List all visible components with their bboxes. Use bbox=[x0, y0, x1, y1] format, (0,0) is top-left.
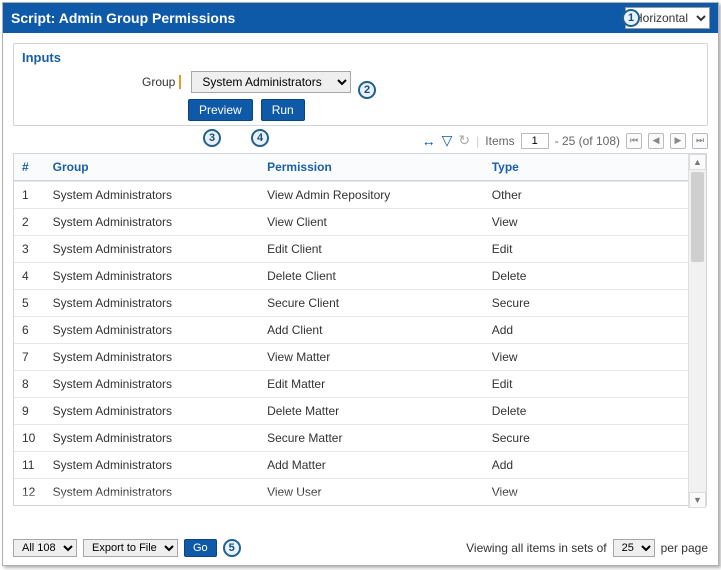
annotation-1: 1 bbox=[622, 9, 640, 27]
cell-type: Edit bbox=[484, 371, 688, 398]
cell-permission: Delete Client bbox=[259, 263, 484, 290]
refresh-icon[interactable]: ↻ bbox=[458, 132, 470, 149]
cell-permission: Add Matter bbox=[259, 452, 484, 479]
scroll-up-icon[interactable]: ▲ bbox=[689, 154, 706, 170]
cell-type: View bbox=[484, 344, 688, 371]
cell-group: System Administrators bbox=[45, 479, 259, 506]
cell-index: 10 bbox=[14, 425, 45, 452]
expand-icon[interactable]: ↔ bbox=[422, 133, 436, 149]
cell-permission: Secure Client bbox=[259, 290, 484, 317]
table-row[interactable]: 1System AdministratorsView Admin Reposit… bbox=[14, 182, 688, 209]
col-header-group[interactable]: Group bbox=[45, 154, 259, 181]
cell-permission: Delete Matter bbox=[259, 398, 484, 425]
table-row[interactable]: 2System AdministratorsView ClientView bbox=[14, 209, 688, 236]
cell-index: 2 bbox=[14, 209, 45, 236]
cell-type: Secure bbox=[484, 290, 688, 317]
cell-type: Edit bbox=[484, 236, 688, 263]
col-header-type[interactable]: Type bbox=[484, 154, 688, 181]
table-row[interactable]: 9System AdministratorsDelete MatterDelet… bbox=[14, 398, 688, 425]
preview-button[interactable]: Preview bbox=[188, 99, 253, 121]
cell-group: System Administrators bbox=[45, 182, 259, 209]
separator: | bbox=[476, 134, 479, 148]
cell-index: 7 bbox=[14, 344, 45, 371]
annotation-2: 2 bbox=[358, 81, 376, 99]
export-select[interactable]: Export to File bbox=[83, 539, 178, 557]
cell-permission: Edit Matter bbox=[259, 371, 484, 398]
cell-index: 3 bbox=[14, 236, 45, 263]
cell-type: Other bbox=[484, 182, 688, 209]
page-size-suffix: per page bbox=[661, 541, 708, 555]
scroll-thumb[interactable] bbox=[691, 172, 704, 262]
group-select[interactable]: System Administrators bbox=[191, 71, 351, 93]
cell-index: 6 bbox=[14, 317, 45, 344]
cell-index: 8 bbox=[14, 371, 45, 398]
cell-permission: View Client bbox=[259, 209, 484, 236]
page-title: Script: Admin Group Permissions bbox=[11, 10, 625, 26]
cell-index: 4 bbox=[14, 263, 45, 290]
cell-type: Add bbox=[484, 317, 688, 344]
page-size-prefix: Viewing all items in sets of bbox=[466, 541, 607, 555]
items-range: - 25 (of 108) bbox=[555, 134, 620, 148]
cell-group: System Administrators bbox=[45, 263, 259, 290]
inputs-title: Inputs bbox=[22, 50, 699, 65]
table-row[interactable]: 12System AdministratorsView UserView bbox=[14, 479, 688, 506]
items-label: Items bbox=[485, 134, 514, 148]
cell-type: Secure bbox=[484, 425, 688, 452]
cell-group: System Administrators bbox=[45, 371, 259, 398]
results-table: # Group Permission Type 1System Administ… bbox=[13, 153, 707, 506]
cell-permission: Edit Client bbox=[259, 236, 484, 263]
table-row[interactable]: 5System AdministratorsSecure ClientSecur… bbox=[14, 290, 688, 317]
annotation-3: 3 bbox=[203, 129, 221, 147]
cell-permission: View Matter bbox=[259, 344, 484, 371]
cell-type: Delete bbox=[484, 398, 688, 425]
col-header-index[interactable]: # bbox=[14, 154, 45, 181]
annotation-4: 4 bbox=[251, 129, 269, 147]
annotation-5: 5 bbox=[223, 539, 241, 557]
cell-group: System Administrators bbox=[45, 317, 259, 344]
last-page-button[interactable]: ⏭ bbox=[692, 133, 708, 149]
cell-type: View bbox=[484, 479, 688, 506]
table-row[interactable]: 8System AdministratorsEdit MatterEdit bbox=[14, 371, 688, 398]
page-size-select[interactable]: 25 bbox=[613, 539, 655, 557]
prev-page-button[interactable]: ◀ bbox=[648, 133, 664, 149]
cell-index: 11 bbox=[14, 452, 45, 479]
cell-index: 1 bbox=[14, 182, 45, 209]
cell-type: View bbox=[484, 209, 688, 236]
cell-group: System Administrators bbox=[45, 452, 259, 479]
table-row[interactable]: 11System AdministratorsAdd MatterAdd bbox=[14, 452, 688, 479]
cell-type: Delete bbox=[484, 263, 688, 290]
col-header-permission[interactable]: Permission bbox=[259, 154, 484, 181]
run-button[interactable]: Run bbox=[261, 99, 305, 121]
cell-index: 12 bbox=[14, 479, 45, 506]
page-input[interactable] bbox=[521, 133, 549, 149]
cell-permission: View User bbox=[259, 479, 484, 506]
cell-group: System Administrators bbox=[45, 344, 259, 371]
cell-permission: Secure Matter bbox=[259, 425, 484, 452]
go-button[interactable]: Go bbox=[184, 539, 217, 557]
cell-type: Add bbox=[484, 452, 688, 479]
table-row[interactable]: 6System AdministratorsAdd ClientAdd bbox=[14, 317, 688, 344]
table-row[interactable]: 4System AdministratorsDelete ClientDelet… bbox=[14, 263, 688, 290]
cell-permission: View Admin Repository bbox=[259, 182, 484, 209]
first-page-button[interactable]: ⏮ bbox=[626, 133, 642, 149]
cell-group: System Administrators bbox=[45, 398, 259, 425]
cell-group: System Administrators bbox=[45, 290, 259, 317]
cell-permission: Add Client bbox=[259, 317, 484, 344]
table-row[interactable]: 10System AdministratorsSecure MatterSecu… bbox=[14, 425, 688, 452]
next-page-button[interactable]: ▶ bbox=[670, 133, 686, 149]
cell-group: System Administrators bbox=[45, 236, 259, 263]
all-items-select[interactable]: All 108 bbox=[13, 539, 77, 557]
cell-index: 9 bbox=[14, 398, 45, 425]
group-label: Group bbox=[142, 75, 181, 89]
cell-group: System Administrators bbox=[45, 209, 259, 236]
table-row[interactable]: 7System AdministratorsView MatterView bbox=[14, 344, 688, 371]
scroll-down-icon[interactable]: ▼ bbox=[689, 492, 706, 508]
cell-group: System Administrators bbox=[45, 425, 259, 452]
vertical-scrollbar[interactable]: ▲ ▼ bbox=[688, 154, 706, 508]
cell-index: 5 bbox=[14, 290, 45, 317]
table-row[interactable]: 3System AdministratorsEdit ClientEdit bbox=[14, 236, 688, 263]
filter-icon[interactable]: ▽ bbox=[442, 132, 453, 149]
